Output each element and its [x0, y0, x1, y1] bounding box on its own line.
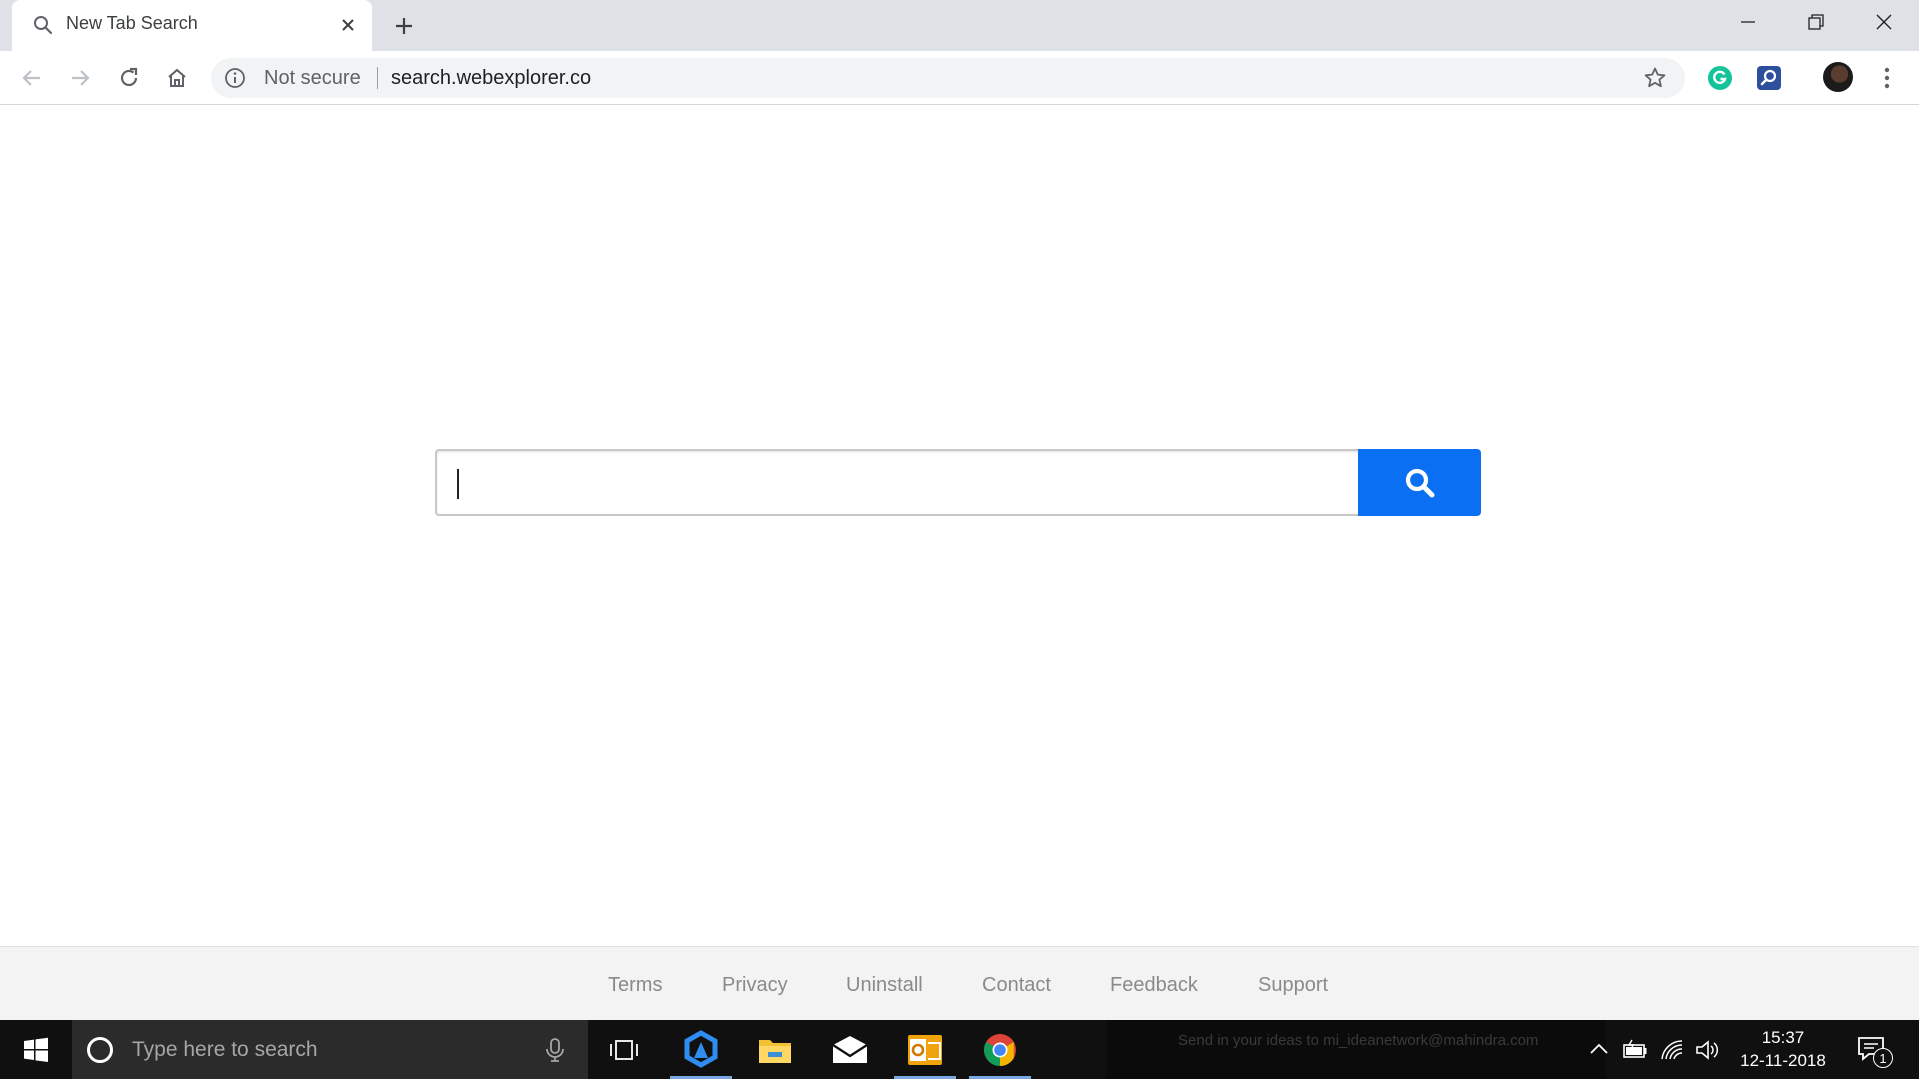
security-label[interactable]: Not secure — [264, 67, 361, 90]
new-tab-button[interactable] — [389, 11, 419, 41]
menu-dots-icon[interactable] — [1875, 65, 1899, 91]
wifi-icon[interactable] — [1659, 1038, 1685, 1062]
windows-start-icon[interactable] — [14, 1034, 58, 1066]
home-button[interactable] — [160, 61, 194, 95]
cortana-icon[interactable] — [86, 1036, 114, 1064]
page-footer: Terms Privacy Uninstall Contact Feedback… — [0, 946, 1919, 1020]
footer-link-privacy[interactable]: Privacy — [722, 974, 788, 997]
forward-button[interactable] — [63, 61, 97, 95]
address-bar[interactable]: Not secure search.webexplorer.co — [211, 58, 1685, 98]
restore-button[interactable] — [1782, 0, 1850, 44]
page-content — [0, 106, 1919, 946]
tab-strip: New Tab Search — [0, 0, 1919, 51]
notifications-icon[interactable]: 1 — [1857, 1036, 1893, 1068]
footer-link-support[interactable]: Support — [1258, 974, 1328, 997]
app-icon-blue-logo[interactable] — [664, 1020, 738, 1079]
taskbar-clock[interactable]: 15:37 12-11-2018 — [1728, 1026, 1838, 1072]
volume-icon[interactable] — [1694, 1038, 1720, 1062]
outlook-icon[interactable] — [888, 1020, 962, 1079]
text-caret — [457, 469, 459, 499]
footer-link-uninstall[interactable]: Uninstall — [846, 974, 923, 997]
browser-toolbar: Not secure search.webexplorer.co — [0, 51, 1919, 105]
taskbar-search-placeholder: Type here to search — [132, 1038, 318, 1061]
search-button[interactable] — [1358, 449, 1481, 516]
reload-button[interactable] — [112, 61, 146, 95]
close-window-button[interactable] — [1850, 0, 1918, 44]
microphone-icon[interactable] — [542, 1037, 568, 1063]
mail-icon[interactable] — [813, 1020, 887, 1079]
footer-link-feedback[interactable]: Feedback — [1110, 974, 1198, 997]
taskbar-ticker: Send in your ideas to mi_ideanetwork@mah… — [1106, 1020, 1606, 1079]
footer-link-terms[interactable]: Terms — [608, 974, 662, 997]
ticker-text: Send in your ideas to mi_ideanetwork@mah… — [1178, 1032, 1539, 1049]
minimize-button[interactable] — [1714, 0, 1782, 44]
notification-count-badge: 1 — [1873, 1048, 1893, 1068]
browser-tab[interactable]: New Tab Search — [12, 0, 372, 51]
taskbar: Type here to search Send in your ideas t… — [0, 1020, 1919, 1079]
clock-date: 12-11-2018 — [1740, 1051, 1826, 1070]
search-input[interactable] — [455, 467, 1335, 499]
footer-link-contact[interactable]: Contact — [982, 974, 1051, 997]
search-icon — [32, 14, 54, 36]
bookmark-star-icon[interactable] — [1643, 66, 1667, 90]
grammarly-icon[interactable] — [1707, 65, 1733, 91]
search-extension-icon[interactable] — [1756, 65, 1782, 91]
search-box[interactable] — [435, 449, 1359, 516]
magnifier-icon — [1405, 468, 1434, 497]
taskbar-search-box[interactable]: Type here to search — [72, 1020, 588, 1079]
close-tab-icon[interactable] — [335, 12, 361, 38]
clock-time: 15:37 — [1761, 1028, 1805, 1047]
task-view-icon[interactable] — [587, 1020, 661, 1079]
file-explorer-icon[interactable] — [738, 1020, 812, 1079]
url-text[interactable]: search.webexplorer.co — [391, 67, 591, 90]
info-icon[interactable] — [224, 67, 246, 89]
chrome-icon[interactable] — [963, 1020, 1037, 1079]
tab-title: New Tab Search — [66, 13, 198, 33]
chevron-up-icon[interactable] — [1586, 1038, 1612, 1062]
profile-avatar[interactable] — [1823, 62, 1853, 92]
back-button[interactable] — [15, 61, 49, 95]
battery-icon[interactable] — [1622, 1038, 1648, 1062]
omnibox-divider — [377, 67, 378, 89]
